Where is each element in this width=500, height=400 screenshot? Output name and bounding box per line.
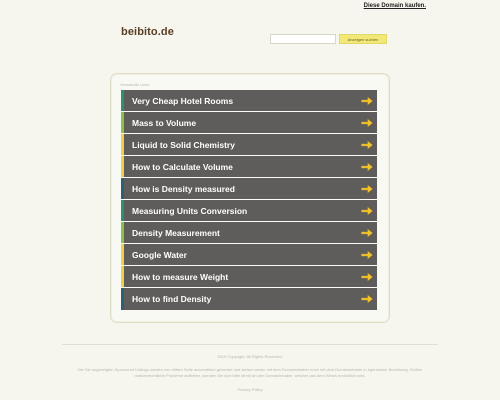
- row-accent-stripe: [121, 244, 124, 265]
- footer-divider: [62, 344, 438, 345]
- row-accent-stripe: [121, 288, 124, 310]
- row-accent-stripe: [121, 112, 124, 133]
- parked-domain-page: Diese Domain kaufen. beibito.de Anzeigen…: [0, 0, 500, 400]
- related-link-row[interactable]: Very Cheap Hotel Rooms: [121, 90, 377, 112]
- related-link-row[interactable]: Liquid to Solid Chemistry: [121, 134, 377, 156]
- search-input[interactable]: [270, 34, 336, 44]
- related-link-label: How to find Density: [132, 294, 212, 304]
- related-link-row[interactable]: Measuring Units Conversion: [121, 200, 377, 222]
- arrow-right-icon: [361, 140, 373, 149]
- related-links-list: Very Cheap Hotel Rooms Mass to Volume Li…: [121, 90, 377, 310]
- row-accent-stripe: [121, 200, 124, 221]
- row-accent-stripe: [121, 134, 124, 155]
- row-accent-stripe: [121, 222, 124, 243]
- related-link-label: How is Density measured: [132, 183, 235, 194]
- disclaimer-text: Die Sie angezeigten Sponsored Listings w…: [77, 367, 423, 378]
- related-link-label: Google Water: [132, 249, 187, 260]
- related-link-row[interactable]: Density Measurement: [121, 222, 377, 244]
- related-link-row[interactable]: How to find Density: [121, 288, 377, 310]
- row-accent-stripe: [121, 156, 124, 177]
- related-link-label: Density Measurement: [132, 227, 220, 238]
- related-link-row[interactable]: How to Calculate Volume: [121, 156, 377, 178]
- row-accent-stripe: [121, 178, 124, 199]
- related-link-label: Measuring Units Conversion: [132, 205, 248, 216]
- related-links-label: Verwandte Links: [120, 82, 150, 87]
- arrow-right-icon: [361, 96, 373, 105]
- related-link-row[interactable]: How to measure Weight: [121, 266, 377, 288]
- related-link-label: Liquid to Solid Chemistry: [132, 139, 235, 150]
- search-button[interactable]: Anzeigen suchen: [339, 34, 387, 44]
- arrow-right-icon: [361, 250, 373, 259]
- privacy-policy-link[interactable]: Privacy Policy: [0, 387, 500, 392]
- related-link-row[interactable]: Google Water: [121, 244, 377, 266]
- site-title: beibito.de: [121, 26, 174, 38]
- arrow-right-icon: [361, 272, 373, 281]
- related-link-row[interactable]: How is Density measured: [121, 178, 377, 200]
- arrow-right-icon: [361, 118, 373, 127]
- related-link-label: Very Cheap Hotel Rooms: [132, 95, 234, 106]
- row-accent-stripe: [121, 90, 124, 111]
- related-link-label: How to measure Weight: [132, 271, 229, 282]
- arrow-right-icon: [361, 162, 373, 171]
- copyright-text: 2019 Copyright. All Rights Reserved.: [217, 354, 283, 359]
- related-links-panel: Verwandte Links Very Cheap Hotel Rooms M…: [110, 73, 390, 323]
- search-form: Anzeigen suchen: [270, 34, 390, 46]
- arrow-right-icon: [361, 294, 373, 304]
- arrow-right-icon: [361, 206, 373, 215]
- buy-domain-link[interactable]: Diese Domain kaufen.: [364, 3, 426, 9]
- related-link-label: How to Calculate Volume: [132, 161, 233, 172]
- row-accent-stripe: [121, 266, 124, 287]
- related-link-label: Mass to Volume: [132, 117, 197, 128]
- arrow-right-icon: [361, 228, 373, 237]
- related-link-row[interactable]: Mass to Volume: [121, 112, 377, 134]
- arrow-right-icon: [361, 184, 373, 193]
